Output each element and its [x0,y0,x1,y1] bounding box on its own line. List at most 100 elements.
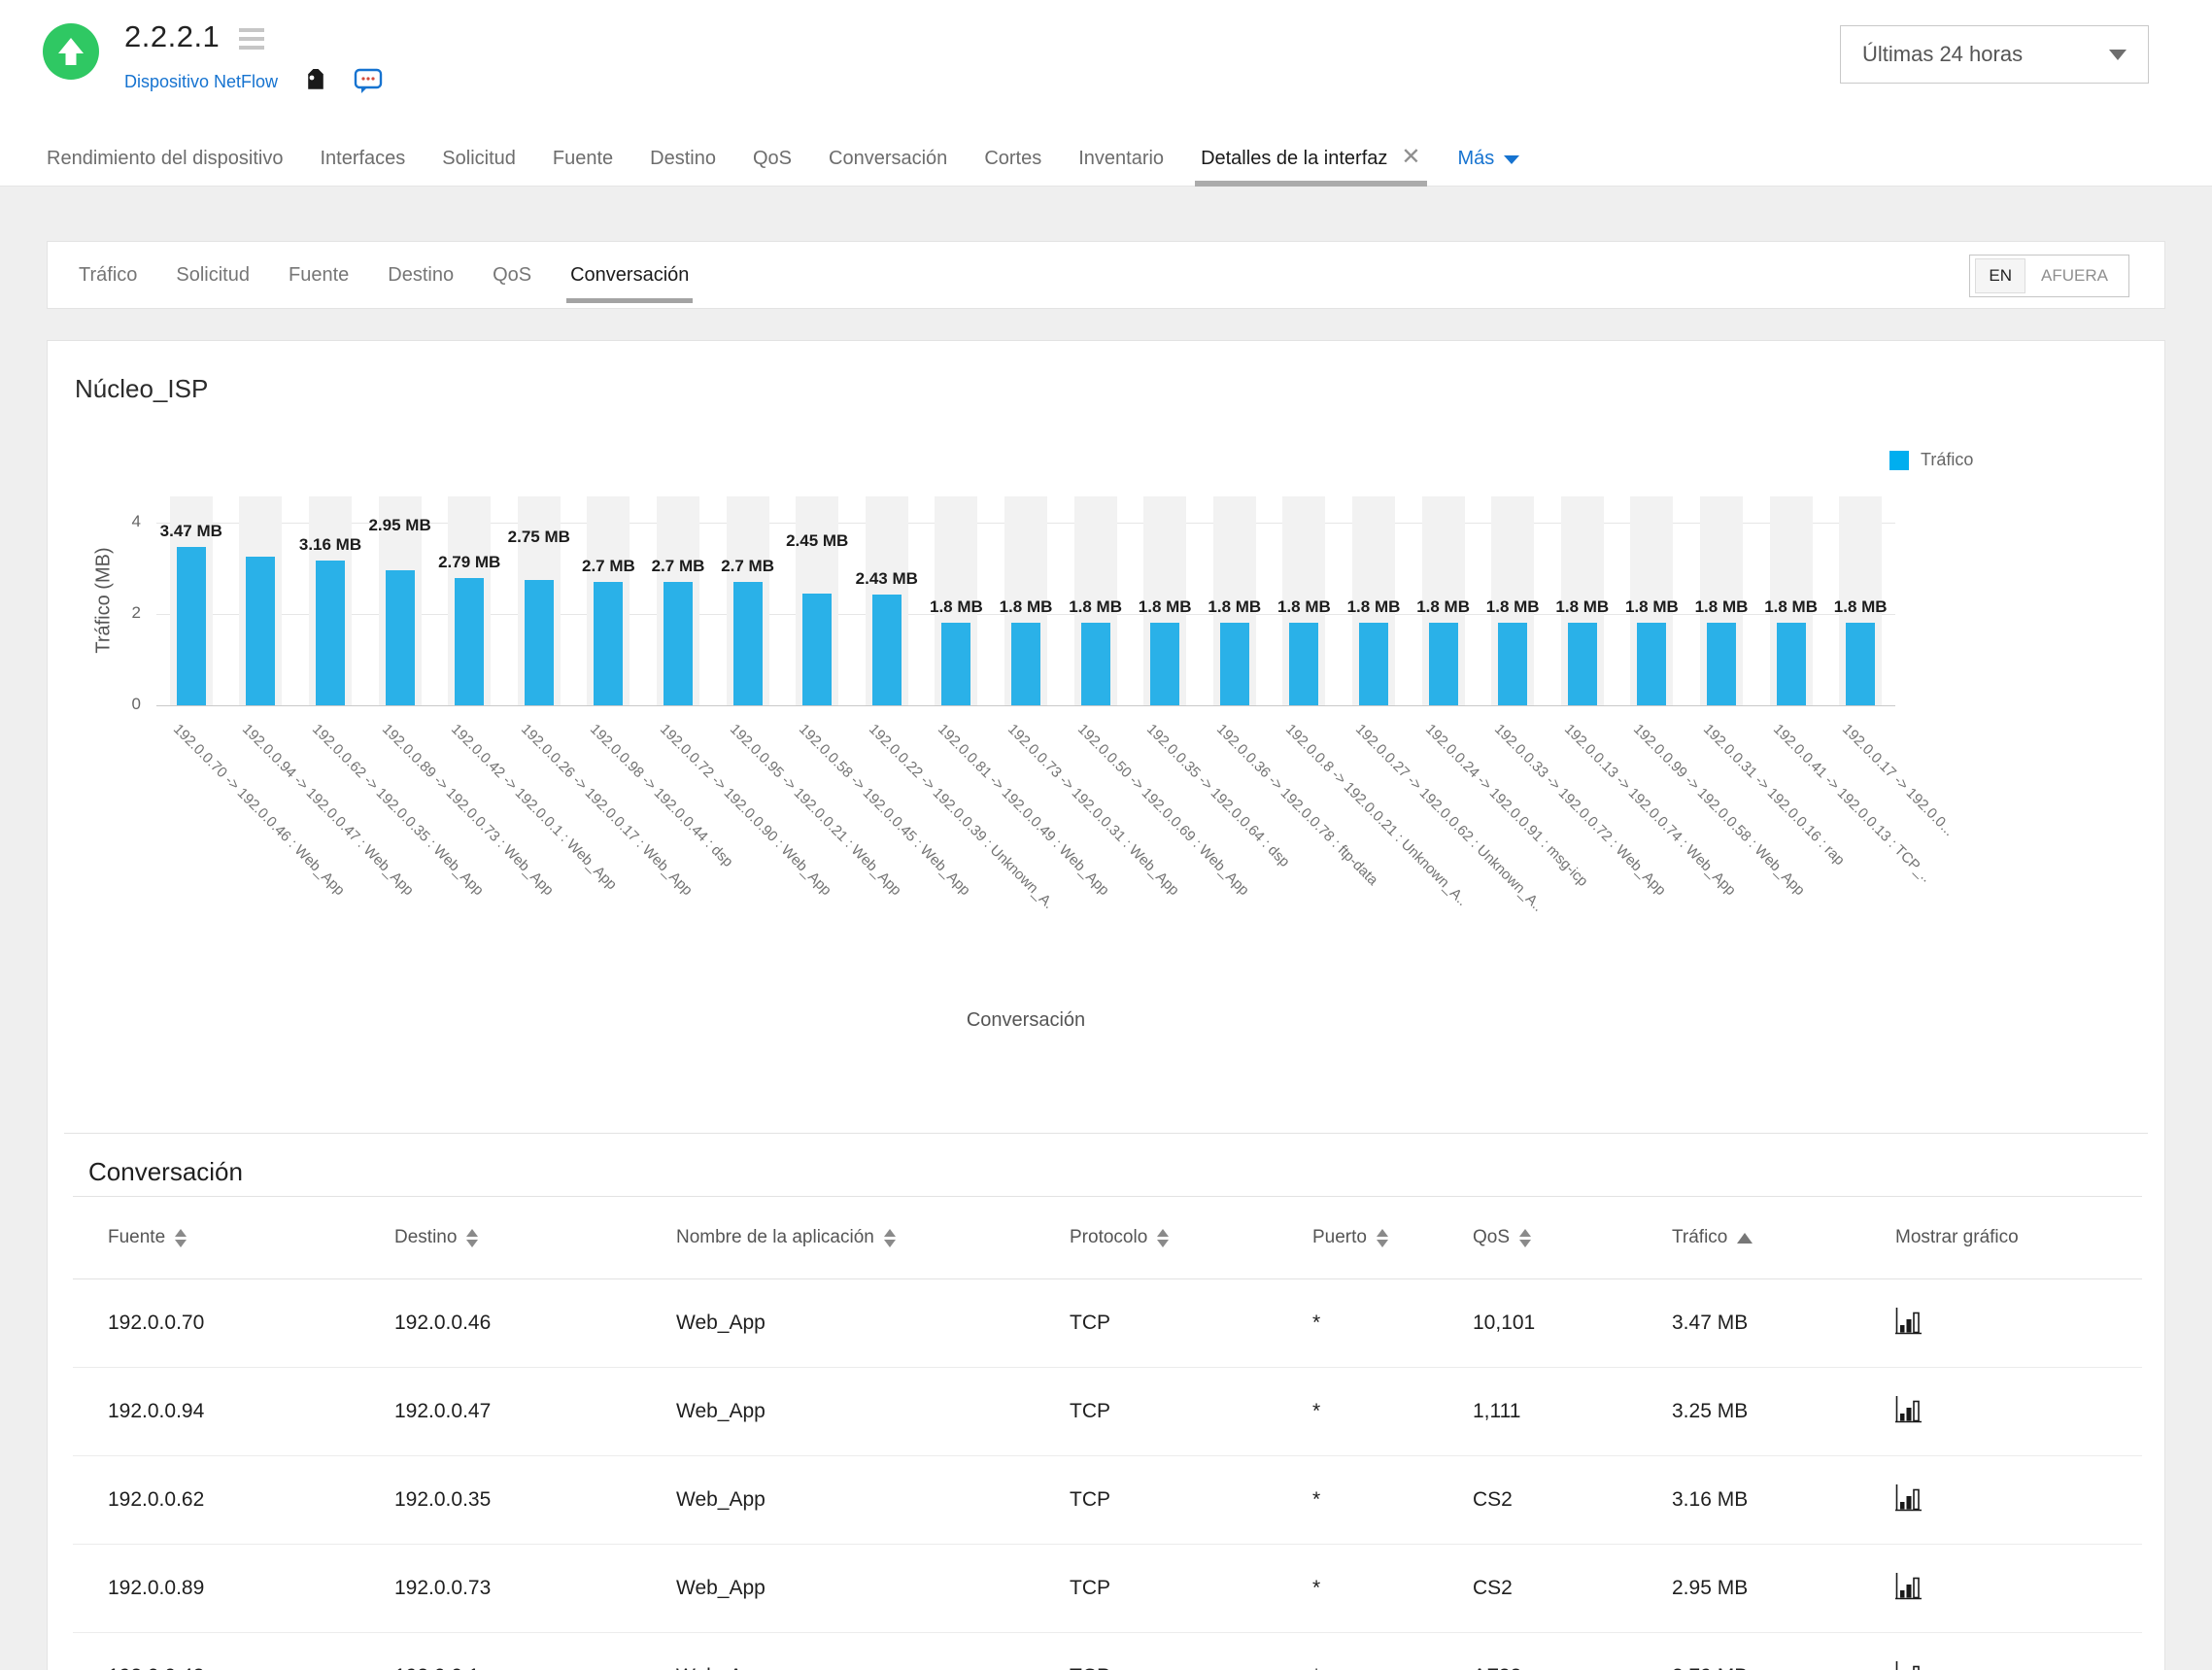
y-tick-0: 0 [131,695,141,713]
time-range-value: Últimas 24 horas [1862,42,2024,66]
chart-bar-value-label: 1.8 MB [929,597,983,616]
chart-bar[interactable] [1776,623,1806,705]
tab-conversacion[interactable]: Conversación [829,136,947,187]
chart-bar[interactable] [664,582,693,705]
chart-bar[interactable] [594,582,624,705]
close-tab-icon[interactable]: ✕ [1401,146,1420,169]
table-header-row: Fuente Destino Nombre de la aplicación P… [73,1196,2142,1279]
cell-puerto: * [1277,1544,1438,1633]
tab-rendimiento-del-dispositivo[interactable]: Rendimiento del dispositivo [47,136,283,187]
column-header-puerto[interactable]: Puerto [1277,1196,1438,1279]
chart-bar-value-label: 1.8 MB [1069,597,1122,616]
show-graph-icon[interactable] [1895,1307,1922,1341]
subtab-fuente[interactable]: Fuente [289,264,349,287]
chart-x-axis-label: 192.0.0.98 -> 192.0.0.44 : dsp [587,721,737,870]
chart-bar[interactable] [1289,623,1319,705]
chart-bar[interactable] [871,595,902,705]
column-header-protocolo[interactable]: Protocolo [1035,1196,1277,1279]
chart-bar-value-label: 1.8 MB [1208,597,1262,616]
tab-destino[interactable]: Destino [650,136,716,187]
sort-icon[interactable] [1376,1228,1388,1247]
chart-bar[interactable] [1707,623,1736,705]
subtab-trafico[interactable]: Tráfico [79,264,137,287]
table-row: 192.0.0.70 192.0.0.46 Web_App TCP * 10,1… [73,1278,2142,1368]
show-graph-icon[interactable] [1895,1395,1922,1429]
show-graph-icon[interactable] [1895,1572,1922,1606]
chart-bar[interactable] [1846,623,1876,705]
chart-bar-value-label: 1.8 MB [1138,597,1192,616]
chart-bar[interactable] [1637,623,1667,705]
sort-icon[interactable] [1157,1228,1170,1247]
subtab-qos[interactable]: QoS [493,264,531,287]
chart-bar[interactable] [1219,623,1249,705]
tab-fuente[interactable]: Fuente [553,136,613,187]
chart-bar-value-label: 2.7 MB [721,557,774,575]
legend-item-trafico[interactable]: Tráfico [1889,450,1973,470]
traffic-chart: Núcleo_ISP Tráfico Tráfico (MB) Conversa… [48,341,2164,1133]
column-header-destino[interactable]: Destino [359,1196,641,1279]
chart-bar-value-label: 1.8 MB [1694,597,1749,616]
cell-destino: 192.0.0.73 [359,1544,641,1633]
device-type-link[interactable]: Dispositivo NetFlow [124,72,278,92]
section-divider [64,1133,2148,1134]
sort-asc-icon[interactable] [1737,1232,1753,1244]
chart-bar[interactable] [1567,623,1597,705]
menu-icon[interactable] [239,24,265,50]
chart-bar[interactable] [246,557,276,705]
cell-aplicacion: Web_App [641,1278,1035,1368]
cell-puerto: * [1277,1455,1438,1545]
chart-bar[interactable] [1080,623,1110,705]
tab-interfaces[interactable]: Interfaces [320,136,405,187]
chart-bar[interactable] [524,580,554,705]
legend-label: Tráfico [1921,450,1974,469]
time-range-select[interactable]: Últimas 24 horas [1840,25,2149,84]
conversation-panel: Núcleo_ISP Tráfico Tráfico (MB) Conversa… [47,340,2165,1670]
device-title: 2.2.2.1 [124,19,221,53]
tab-qos[interactable]: QoS [753,136,792,187]
column-header-qos[interactable]: QoS [1438,1196,1637,1279]
chart-bar[interactable] [732,582,763,705]
cell-destino: 192.0.0.47 [359,1367,641,1456]
comment-icon[interactable] [354,68,383,95]
chart-bar[interactable] [455,578,485,705]
chart-bar[interactable] [385,570,415,705]
cell-aplicacion: Web_App [641,1632,1035,1670]
chart-bar[interactable] [316,561,345,705]
chart-bar[interactable] [802,594,833,705]
chart-bar[interactable] [1359,623,1388,705]
column-header-aplicacion[interactable]: Nombre de la aplicación [641,1196,1035,1279]
tab-inventario[interactable]: Inventario [1078,136,1164,187]
chart-bar[interactable] [1498,623,1528,705]
chart-bar-value-label: 3.47 MB [159,522,222,540]
sort-icon[interactable] [466,1228,479,1247]
column-header-trafico[interactable]: Tráfico [1637,1196,1860,1279]
show-graph-icon[interactable] [1895,1483,1922,1517]
tag-icon[interactable] [303,69,328,94]
active-tab-underline [1195,181,1427,187]
subtab-destino[interactable]: Destino [388,264,454,287]
chart-bar[interactable] [1011,623,1040,705]
chart-bar[interactable] [1428,623,1458,705]
sort-icon[interactable] [175,1228,187,1247]
cell-trafico: 2.95 MB [1637,1544,1860,1633]
sort-icon[interactable] [883,1228,896,1247]
chart-bar[interactable] [941,623,971,705]
sort-icon[interactable] [1519,1228,1532,1247]
toggle-in-button[interactable]: EN [1975,258,2026,293]
chart-bar-value-label: 1.8 MB [1416,597,1470,616]
tab-more[interactable]: Más [1458,136,1520,169]
tab-solicitud[interactable]: Solicitud [442,136,516,187]
cell-fuente: 192.0.0.70 [73,1278,359,1368]
subtab-solicitud[interactable]: Solicitud [176,264,250,287]
toggle-out-button[interactable]: AFUERA [2025,259,2124,292]
subtab-conversacion[interactable]: Conversación [566,264,694,303]
show-graph-icon[interactable] [1895,1660,1922,1670]
chart-x-axis-label: 192.0.0.31 -> 192.0.0.16 : rap [1699,721,1849,869]
cell-protocolo: TCP [1035,1278,1277,1368]
table-row: 192.0.0.42 192.0.0.1 Web_App TCP * AF32 … [73,1632,2142,1670]
chart-bar[interactable] [176,547,206,705]
chart-bar[interactable] [1150,623,1180,705]
tab-cortes[interactable]: Cortes [984,136,1041,187]
tab-detalles-de-la-interfaz[interactable]: Detalles de la interfaz ✕ [1195,136,1427,187]
column-header-fuente[interactable]: Fuente [73,1196,359,1279]
